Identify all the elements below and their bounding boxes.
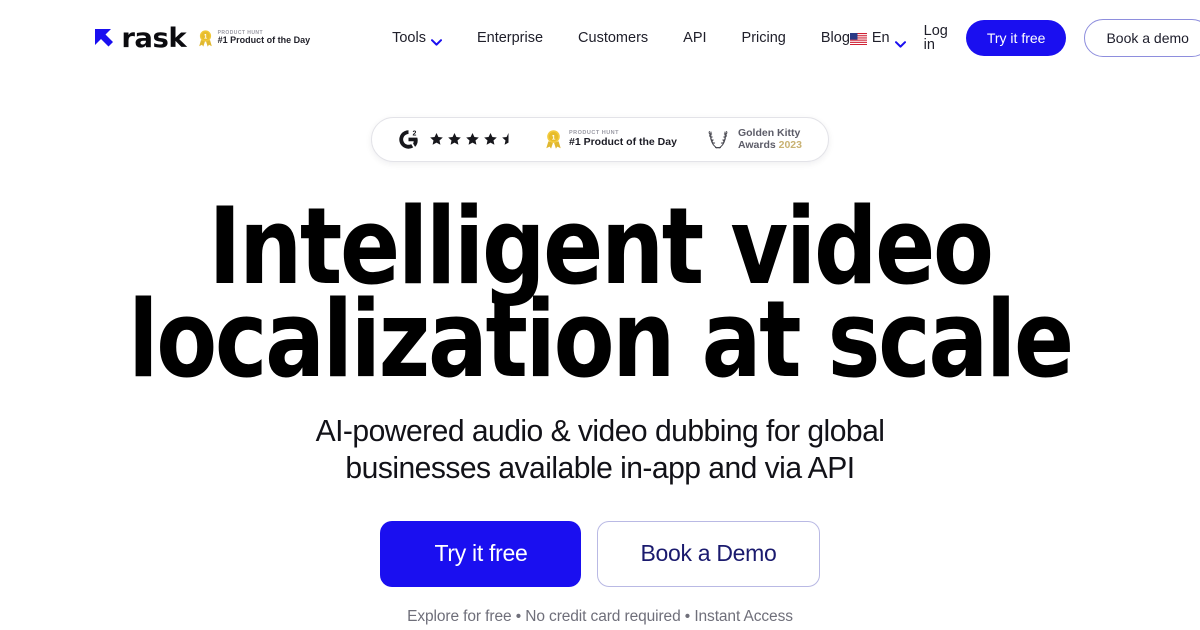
g2-rating-badge[interactable]: 2	[398, 129, 516, 150]
golden-kitty-badge[interactable]: Golden Kitty Awards 2023	[706, 127, 802, 152]
language-label: En	[871, 29, 890, 46]
nav-item-label: Pricing	[741, 29, 786, 46]
golden-kitty-line2: Awards 2023	[738, 139, 802, 151]
nav-item-customers[interactable]: Customers	[578, 31, 648, 46]
header-actions: En Log in Try it free Book a demo	[849, 19, 1200, 57]
product-hunt-title: #1 Product of the Day	[569, 136, 677, 149]
product-hunt-medal-icon: 1	[198, 29, 213, 47]
nav-item-label: Enterprise	[476, 29, 544, 46]
hero-book-a-demo-button[interactable]: Book a Demo	[597, 520, 820, 587]
golden-kitty-year: 2023	[778, 139, 802, 152]
star-icon	[465, 132, 480, 147]
star-icon	[447, 132, 462, 147]
nav-item-api[interactable]: API	[683, 31, 706, 46]
svg-text:1: 1	[552, 134, 556, 141]
hero-cta-row: Try it free Book a Demo	[0, 520, 1200, 587]
rask-logo[interactable]: rask	[92, 22, 187, 54]
product-hunt-badge-text: PRODUCT HUNT #1 Product of the Day	[569, 130, 677, 148]
nav-item-label: API	[683, 29, 707, 46]
rask-arrow-logo-icon	[92, 25, 118, 51]
main-navigation: Tools Enterprise Customers API Pricing B…	[392, 31, 850, 46]
awards-badge-bar: 2 1 PRODUCT HUNT #1 Product of the Day G…	[371, 117, 829, 162]
golden-kitty-awards-word: Awards	[737, 139, 776, 152]
g2-logo-icon: 2	[398, 129, 419, 150]
header-try-it-free-button[interactable]: Try it free	[965, 20, 1067, 56]
product-hunt-badge[interactable]: 1 PRODUCT HUNT #1 Product of the Day	[545, 130, 677, 149]
subhead-line-1: AI-powered audio & video dubbing for glo…	[315, 412, 885, 448]
product-hunt-medal-icon: 1	[545, 130, 562, 149]
language-selector[interactable]: En	[849, 29, 906, 48]
hero-try-it-free-button[interactable]: Try it free	[380, 520, 582, 587]
rask-wordmark: rask	[121, 22, 187, 54]
golden-kitty-text: Golden Kitty Awards 2023	[738, 127, 802, 152]
header-book-a-demo-button[interactable]: Book a demo	[1084, 19, 1200, 57]
site-header: rask 1 PRODUCT HUNT #1 Product of the Da…	[0, 0, 1200, 76]
svg-text:2: 2	[413, 130, 417, 137]
star-icon	[483, 132, 498, 147]
nav-item-enterprise[interactable]: Enterprise	[477, 31, 543, 46]
us-flag-icon	[849, 32, 867, 45]
star-icon	[429, 132, 444, 147]
hero-cta-note: Explore for free • No credit card requir…	[407, 607, 793, 625]
nav-item-pricing[interactable]: Pricing	[742, 31, 786, 46]
chevron-down-icon	[430, 35, 442, 46]
star-rating	[429, 132, 516, 147]
headline-line-2: localization at scale	[128, 277, 1074, 401]
brand-lockup[interactable]: rask 1 PRODUCT HUNT #1 Product of the Da…	[92, 25, 310, 52]
page-title: Intelligent video localization at scale	[42, 193, 1158, 401]
hero-subtitle: AI-powered audio & video dubbing for glo…	[18, 412, 1182, 486]
header-product-hunt-text: PRODUCT HUNT #1 Product of the Day	[217, 30, 311, 46]
subhead-line-2: businesses available in-app and via API	[345, 449, 855, 485]
product-hunt-title: #1 Product of the Day	[217, 34, 311, 45]
chevron-down-icon	[894, 35, 906, 48]
laurel-wreath-icon	[706, 127, 730, 151]
star-half-icon	[501, 132, 516, 147]
hero-section: 2 1 PRODUCT HUNT #1 Product of the Day G…	[0, 76, 1200, 626]
nav-item-label: Tools	[392, 29, 426, 46]
nav-item-label: Blog	[820, 29, 850, 46]
nav-item-tools[interactable]: Tools	[392, 31, 442, 46]
login-link[interactable]: Log in	[924, 23, 948, 53]
header-product-hunt-badge[interactable]: 1 PRODUCT HUNT #1 Product of the Day	[198, 29, 311, 47]
nav-item-label: Customers	[578, 29, 649, 46]
nav-item-blog[interactable]: Blog	[821, 31, 850, 46]
golden-kitty-line1: Golden Kitty	[737, 127, 801, 139]
